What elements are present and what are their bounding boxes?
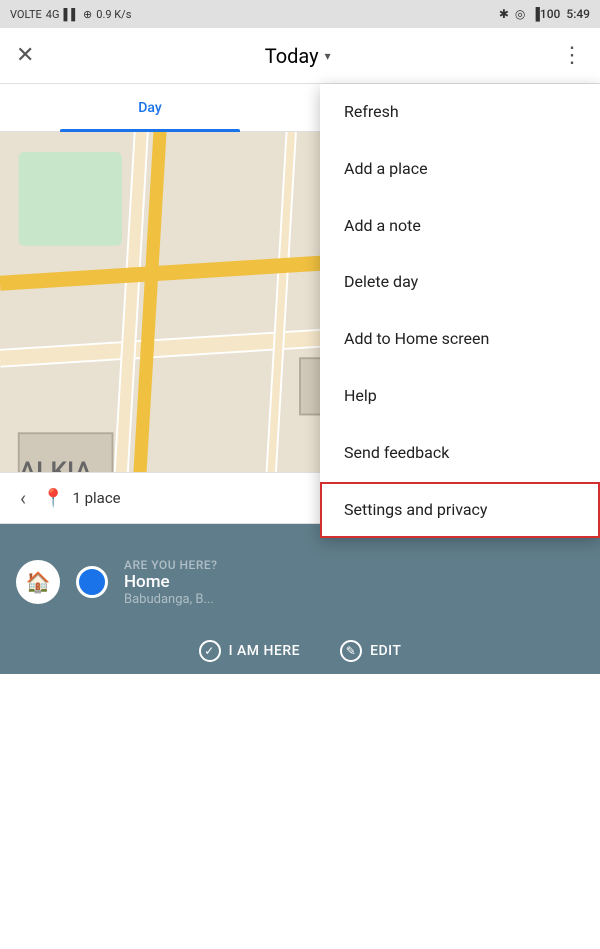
menu-item-send-feedback[interactable]: Send feedback [320, 425, 600, 482]
menu-overlay[interactable] [0, 84, 320, 949]
menu-item-add-note[interactable]: Add a note [320, 198, 600, 255]
menu-item-help[interactable]: Help [320, 368, 600, 425]
top-bar-title: Today ▾ [34, 44, 561, 68]
edit-icon: ✎ [340, 640, 362, 662]
dropdown-menu: Refresh Add a place Add a note Delete da… [320, 84, 600, 538]
battery-indicator: ▐100 [531, 7, 560, 21]
status-signal: ▌▌ [63, 8, 79, 21]
status-speed: 0.9 K/s [96, 8, 131, 21]
status-right: ✱ ◎ ▐100 5:49 [499, 7, 590, 21]
location-icon: ◎ [515, 7, 525, 21]
status-wifi: ⊕ [83, 8, 92, 21]
menu-item-settings-privacy[interactable]: Settings and privacy [320, 482, 600, 539]
title-dropdown-arrow[interactable]: ▾ [325, 49, 331, 63]
top-bar: ✕ Today ▾ ⋮ [0, 28, 600, 84]
title-text: Today [265, 44, 319, 68]
status-left: VOLTE 4G ▌▌ ⊕ 0.9 K/s [10, 8, 131, 21]
edit-label: EDIT [370, 643, 401, 659]
menu-item-delete-day[interactable]: Delete day [320, 254, 600, 311]
menu-item-refresh[interactable]: Refresh [320, 84, 600, 141]
time-display: 5:49 [566, 7, 590, 21]
menu-item-add-home[interactable]: Add to Home screen [320, 311, 600, 368]
menu-item-add-place[interactable]: Add a place [320, 141, 600, 198]
status-bar: VOLTE 4G ▌▌ ⊕ 0.9 K/s ✱ ◎ ▐100 5:49 [0, 0, 600, 28]
status-carrier: VOLTE [10, 8, 42, 21]
more-options-button[interactable]: ⋮ [561, 43, 584, 68]
edit-button[interactable]: ✎ EDIT [340, 640, 401, 662]
status-network: 4G [46, 8, 60, 21]
bluetooth-icon: ✱ [499, 7, 509, 21]
close-button[interactable]: ✕ [16, 45, 34, 67]
